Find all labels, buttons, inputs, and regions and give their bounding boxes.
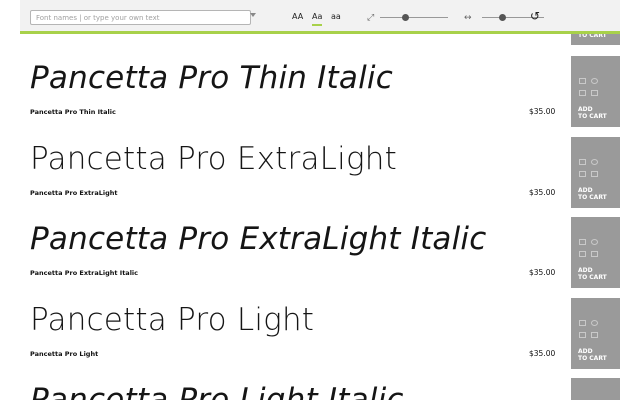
cart-label: ADD TO CART <box>578 106 607 120</box>
web-icon <box>591 239 598 245</box>
font-price: $35.00 <box>529 349 556 358</box>
font-name: Pancetta Pro Thin Italic <box>30 108 116 116</box>
font-list: TO CART Pancetta Pro Thin Italic Pancett… <box>0 0 640 400</box>
cart-label: ADD TO CART <box>578 267 607 281</box>
font-row: Pancetta Pro ExtraLight Pancetta Pro Ext… <box>0 137 640 218</box>
add-to-cart-button[interactable]: ADD TO CART <box>571 56 620 127</box>
font-price: $35.00 <box>529 107 556 116</box>
license-icons <box>579 156 601 180</box>
desktop-icon <box>579 159 586 165</box>
font-price: $35.00 <box>529 268 556 277</box>
ebook-icon <box>591 90 598 96</box>
font-price: $35.00 <box>529 188 556 197</box>
ebook-icon <box>591 251 598 257</box>
toolbar: AA Aa aa ⤢ ↔ ↺ <box>20 0 620 34</box>
app-icon <box>579 90 586 96</box>
font-row: Pancetta Pro ExtraLight Italic Pancetta … <box>0 217 640 298</box>
license-icons <box>579 75 601 99</box>
desktop-icon <box>579 239 586 245</box>
font-row: Pancetta Pro Light Italic <box>0 378 640 400</box>
add-to-cart-button[interactable]: ADD TO CART <box>571 298 620 369</box>
uppercase-button[interactable]: AA <box>292 11 303 23</box>
chevron-down-icon[interactable] <box>250 13 256 17</box>
license-icons <box>579 236 601 260</box>
spacing-slider-thumb[interactable] <box>499 14 506 21</box>
ebook-icon <box>591 332 598 338</box>
add-to-cart-button[interactable]: ADD TO CART <box>571 137 620 208</box>
search-input[interactable] <box>30 10 251 25</box>
font-sample[interactable]: Pancetta Pro ExtraLight Italic <box>30 219 486 259</box>
size-slider-thumb[interactable] <box>402 14 409 21</box>
cart-label: ADD TO CART <box>578 348 607 362</box>
reset-icon[interactable]: ↺ <box>530 9 540 23</box>
font-sample[interactable]: Pancetta Pro Light Italic <box>30 380 404 400</box>
ebook-icon <box>591 171 598 177</box>
cart-label: ADD TO CART <box>578 187 607 201</box>
app-icon <box>579 171 586 177</box>
font-row: Pancetta Pro Light Pancetta Pro Light $3… <box>0 298 640 379</box>
font-sample[interactable]: Pancetta Pro ExtraLight <box>30 139 397 179</box>
web-icon <box>591 78 598 84</box>
size-slider-track[interactable] <box>380 17 448 18</box>
font-sample[interactable]: Pancetta Pro Thin Italic <box>30 58 393 98</box>
letter-spacing-icon: ↔ <box>464 13 472 23</box>
font-name: Pancetta Pro ExtraLight Italic <box>30 269 138 277</box>
font-row: Pancetta Pro Thin Italic Pancetta Pro Th… <box>0 56 640 137</box>
titlecase-button[interactable]: Aa <box>312 11 323 26</box>
lowercase-button: aa <box>331 12 341 21</box>
font-size-icon: ⤢ <box>367 13 375 23</box>
font-sample[interactable]: Pancetta Pro Light <box>30 300 314 340</box>
font-name: Pancetta Pro Light <box>30 350 99 358</box>
font-name: Pancetta Pro ExtraLight <box>30 189 118 197</box>
desktop-icon <box>579 320 586 326</box>
app-icon <box>579 251 586 257</box>
web-icon <box>591 320 598 326</box>
add-to-cart-button[interactable]: ADD TO CART <box>571 217 620 288</box>
web-icon <box>591 159 598 165</box>
desktop-icon <box>579 78 586 84</box>
app-icon <box>579 332 586 338</box>
license-icons <box>579 317 601 341</box>
add-to-cart-button[interactable] <box>571 378 620 400</box>
